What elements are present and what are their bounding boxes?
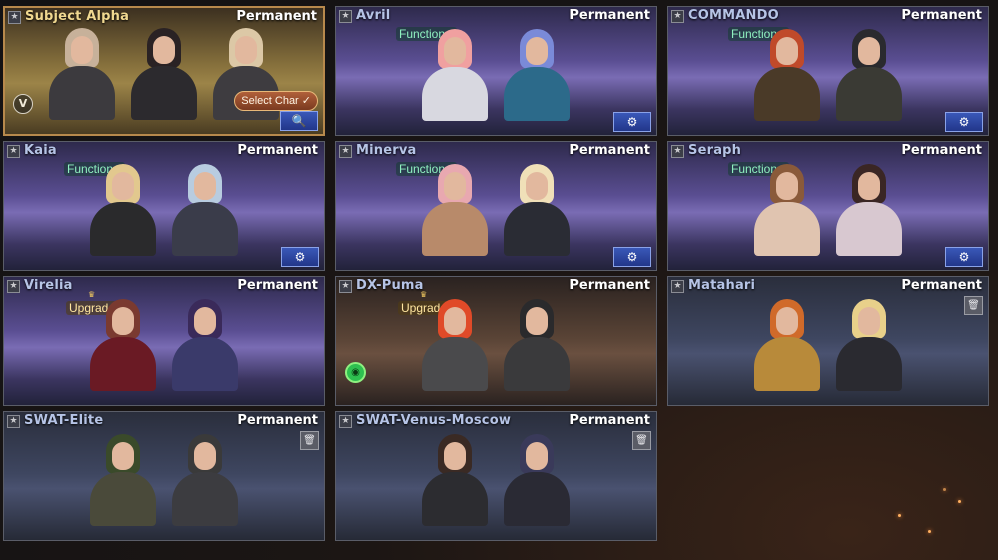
character-portraits	[416, 430, 576, 526]
character-portrait	[84, 430, 162, 526]
character-card[interactable]: ★ Seraph Permanent Functional ⚙	[667, 141, 989, 271]
character-card[interactable]: ★ COMMANDO Permanent Functional ⚙	[667, 6, 989, 136]
character-portrait	[498, 160, 576, 256]
status-label: Permanent	[237, 143, 318, 158]
character-card[interactable]: ★ DX-Puma Permanent ♛ Upgrade ◉	[335, 276, 657, 406]
character-name: Seraph	[688, 143, 742, 158]
lime-ability-icon: ◉	[345, 362, 366, 383]
character-portrait	[166, 160, 244, 256]
character-name: Minerva	[356, 143, 417, 158]
character-portrait	[498, 430, 576, 526]
character-name: SWAT-Venus-Moscow	[356, 413, 512, 428]
character-portraits	[416, 295, 576, 391]
character-portrait	[498, 295, 576, 391]
v-emblem-icon: V	[13, 94, 33, 114]
status-label: Permanent	[569, 143, 650, 158]
status-label: Permanent	[901, 278, 982, 293]
character-name: Avril	[356, 8, 391, 23]
character-portrait	[416, 430, 494, 526]
character-card[interactable]: ★ SWAT-Elite Permanent 🗑	[3, 411, 325, 541]
character-name: Subject Alpha	[25, 9, 130, 24]
customize-button[interactable]: ⚙	[613, 247, 651, 267]
character-portrait	[830, 160, 908, 256]
character-portrait	[166, 430, 244, 526]
character-name: Virelia	[24, 278, 73, 293]
favorite-star-icon[interactable]: ★	[339, 415, 352, 428]
favorite-star-icon[interactable]: ★	[7, 280, 20, 293]
character-portraits	[748, 25, 908, 121]
character-name: DX-Puma	[356, 278, 424, 293]
character-portrait	[166, 295, 244, 391]
trash-icon[interactable]: 🗑	[964, 296, 983, 315]
trash-icon[interactable]: 🗑	[300, 431, 319, 450]
character-card[interactable]: ★ Kaia Permanent Functional ⚙	[3, 141, 325, 271]
customize-button[interactable]: ⚙	[945, 247, 983, 267]
status-label: Permanent	[569, 8, 650, 23]
status-label: Permanent	[237, 413, 318, 428]
search-button[interactable]: 🔍	[280, 111, 318, 131]
character-card[interactable]: ★ Matahari Permanent 🗑	[667, 276, 989, 406]
character-portrait	[498, 25, 576, 121]
character-portrait	[416, 25, 494, 121]
character-portraits	[748, 160, 908, 256]
status-label: Permanent	[901, 8, 982, 23]
favorite-star-icon[interactable]: ★	[339, 145, 352, 158]
favorite-star-icon[interactable]: ★	[671, 10, 684, 23]
character-portraits	[84, 430, 244, 526]
status-label: Permanent	[901, 143, 982, 158]
character-portrait	[416, 160, 494, 256]
status-label: Permanent	[569, 413, 650, 428]
character-portrait	[748, 160, 826, 256]
trash-icon[interactable]: 🗑	[632, 431, 651, 450]
ember-sparks	[888, 480, 978, 540]
favorite-star-icon[interactable]: ★	[7, 145, 20, 158]
customize-button[interactable]: ⚙	[281, 247, 319, 267]
character-card[interactable]: ★ SWAT-Venus-Moscow Permanent 🗑	[335, 411, 657, 541]
character-portrait	[830, 25, 908, 121]
character-portrait	[84, 160, 162, 256]
character-name: SWAT-Elite	[24, 413, 104, 428]
character-portrait	[830, 295, 908, 391]
select-char-button[interactable]: Select Char ✓	[234, 91, 318, 111]
character-portrait	[748, 295, 826, 391]
character-name: COMMANDO	[688, 8, 779, 23]
character-name: Kaia	[24, 143, 57, 158]
character-portraits	[84, 160, 244, 256]
status-label: Permanent	[236, 9, 317, 24]
customize-button[interactable]: ⚙	[613, 112, 651, 132]
character-portrait	[125, 24, 203, 120]
character-portrait	[748, 25, 826, 121]
character-portrait	[43, 24, 121, 120]
favorite-star-icon[interactable]: ★	[339, 10, 352, 23]
status-label: Permanent	[237, 278, 318, 293]
character-portraits	[84, 295, 244, 391]
customize-button[interactable]: ⚙	[945, 112, 983, 132]
character-portraits	[748, 295, 908, 391]
character-card[interactable]: ★ Minerva Permanent Functional ⚙	[335, 141, 657, 271]
character-portraits	[416, 25, 576, 121]
character-name: Matahari	[688, 278, 756, 293]
favorite-star-icon[interactable]: ★	[671, 280, 684, 293]
favorite-star-icon[interactable]: ★	[8, 11, 21, 24]
favorite-star-icon[interactable]: ★	[339, 280, 352, 293]
character-portrait	[84, 295, 162, 391]
character-card[interactable]: ★ Virelia Permanent ♛ Upgrade	[3, 276, 325, 406]
status-label: Permanent	[569, 278, 650, 293]
favorite-star-icon[interactable]: ★	[7, 415, 20, 428]
character-card[interactable]: ★ Avril Permanent Functional ⚙	[335, 6, 657, 136]
favorite-star-icon[interactable]: ★	[671, 145, 684, 158]
character-portraits	[416, 160, 576, 256]
character-portrait	[416, 295, 494, 391]
character-card[interactable]: ★ Subject Alpha Permanent V Select Char ✓ 🔍	[3, 6, 325, 136]
